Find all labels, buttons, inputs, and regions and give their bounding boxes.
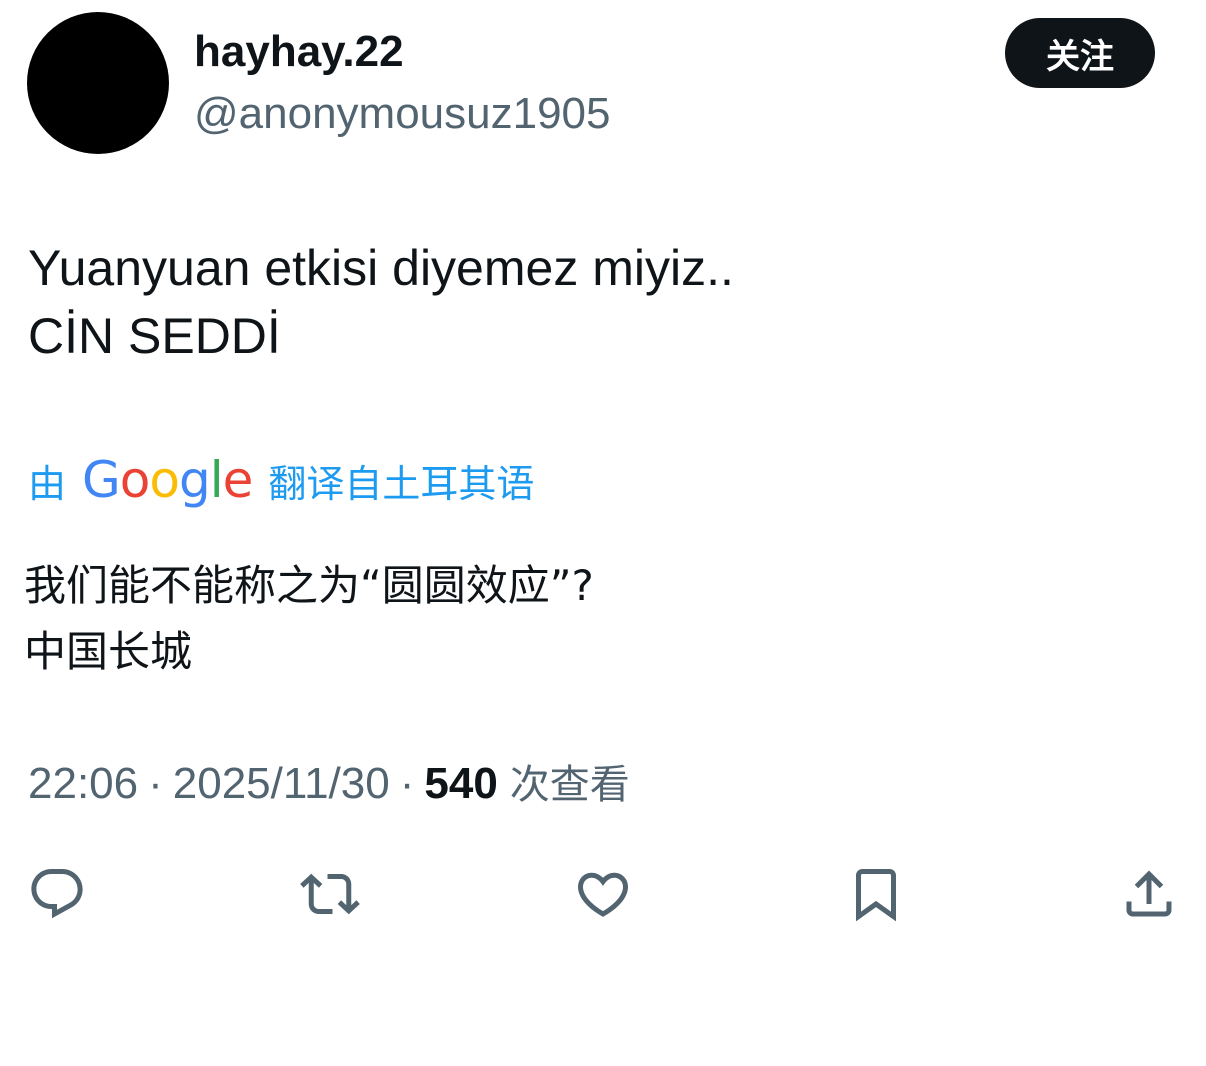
- retweet-button[interactable]: [298, 862, 362, 926]
- display-name[interactable]: hayhay.22: [194, 24, 404, 80]
- reply-button[interactable]: [25, 862, 89, 926]
- tweet-text-line: CİN SEDDİ: [28, 308, 281, 364]
- translated-from-label: 翻译自土耳其语: [268, 461, 535, 506]
- views-count[interactable]: 540: [424, 756, 497, 812]
- action-bar: [0, 862, 1206, 926]
- like-button[interactable]: [571, 862, 635, 926]
- views-label: 次查看: [509, 762, 630, 808]
- meta-separator: ·: [399, 759, 415, 808]
- meta-separator: ·: [148, 759, 163, 808]
- tweet-meta: 22:06 · 2025/11/30 · 540 次查看: [28, 756, 630, 813]
- google-logo-letter: G: [82, 451, 121, 509]
- google-logo-letter: g: [178, 451, 211, 509]
- reply-icon: [31, 869, 83, 919]
- tweet-text-line: Yuanyuan etkisi diyemez miyiz..: [28, 240, 734, 296]
- share-icon: [1126, 870, 1172, 917]
- follow-button[interactable]: 关注: [1005, 18, 1155, 88]
- translated-text: 我们能不能称之为“圆圆效应”? 中国长城: [24, 553, 594, 685]
- google-logo-letter: o: [149, 451, 180, 509]
- retweet-icon: [300, 873, 360, 915]
- google-logo-letter: e: [222, 451, 254, 509]
- translated-by-label: 由: [28, 461, 67, 506]
- google-logo-letter: l: [209, 451, 224, 509]
- bookmark-button[interactable]: [844, 862, 908, 926]
- like-icon: [577, 872, 629, 917]
- google-logo: G o o g l e: [82, 451, 254, 509]
- translated-text-line: 我们能不能称之为“圆圆效应”?: [24, 561, 594, 610]
- tweet-date[interactable]: 2025/11/30: [173, 756, 390, 812]
- tweet-text: Yuanyuan etkisi diyemez miyiz.. CİN SEDD…: [28, 234, 734, 370]
- avatar[interactable]: [27, 12, 169, 154]
- google-logo-letter: o: [119, 451, 151, 509]
- translated-text-line: 中国长城: [24, 627, 193, 676]
- bookmark-icon: [856, 869, 896, 922]
- user-handle[interactable]: @anonymousuz1905: [194, 86, 611, 142]
- tweet-time[interactable]: 22:06: [28, 756, 138, 812]
- translation-attribution[interactable]: 由 G o o g l e 翻译自土耳其语: [28, 448, 534, 512]
- share-button[interactable]: [1117, 862, 1181, 926]
